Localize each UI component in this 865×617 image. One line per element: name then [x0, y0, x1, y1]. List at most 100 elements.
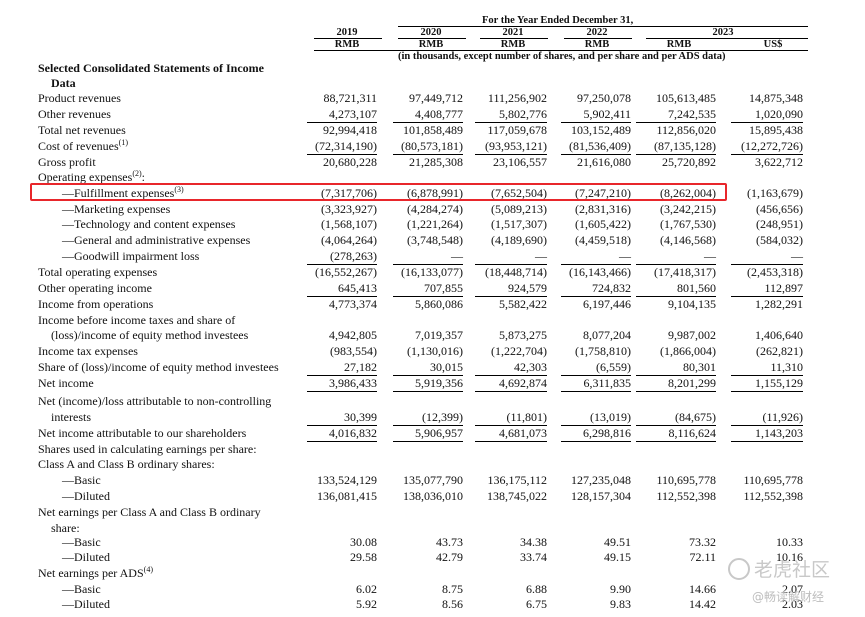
- row-label-text: Data: [51, 76, 76, 90]
- table-row: —Marketing expenses (3,323,927) (4,284,274…: [0, 202, 865, 218]
- value-cell: 8,201,299: [636, 376, 716, 392]
- value-cell: 30.08: [350, 535, 377, 549]
- value-cell: —: [561, 249, 631, 265]
- value-cell: 5,802,776: [475, 107, 547, 123]
- value-cell: 5,919,356: [393, 376, 463, 392]
- table-row: Total net revenues 92,994,418 101,858,489 1…: [0, 123, 865, 139]
- value-cell: 49.51: [604, 535, 631, 549]
- table-row: —Diluted 5.92 8.56 6.75 9.83 14.42 2.03: [0, 597, 865, 613]
- value-cell: (584,032): [756, 233, 803, 247]
- value-cell: (2,831,316): [575, 202, 631, 216]
- table-row: —Basic 133,524,129 135,077,790 136,175,112 1…: [0, 473, 865, 489]
- row-label-text: Net income attributable to our sharehold…: [38, 426, 247, 440]
- value-cell: 21,285,308: [409, 155, 463, 169]
- value-cell: (1,605,422): [575, 217, 631, 231]
- value-cell: 25,720,892: [662, 155, 716, 169]
- table-row: Selected Consolidated Statements of Inco…: [0, 61, 865, 77]
- value-cell: (12,272,726): [731, 139, 803, 155]
- currency-2023-usd: US$: [763, 39, 783, 50]
- row-label: Income before income taxes and share of: [38, 313, 235, 328]
- value-cell: 30,015: [393, 360, 463, 376]
- table-row: Income before income taxes and share of: [0, 313, 865, 329]
- value-cell: (3,242,215): [660, 202, 716, 216]
- value-cell: (11,801): [475, 410, 547, 426]
- value-cell: (1,222,704): [491, 344, 547, 358]
- value-cell: 8.56: [442, 597, 463, 611]
- value-cell: 5,582,422: [499, 297, 547, 311]
- value-cell: 7,019,357: [415, 328, 463, 342]
- value-cell: 49.15: [604, 550, 631, 564]
- table-row: Product revenues 88,721,311 97,449,712 111,…: [0, 91, 865, 107]
- row-label-text: —Diluted: [62, 489, 110, 503]
- row-label-text: Share of (loss)/income of equity method …: [38, 360, 279, 374]
- footnote-marker: (4): [143, 565, 153, 574]
- value-cell: 6.02: [356, 582, 377, 596]
- row-label: Net (income)/loss attributable to non-co…: [38, 394, 271, 409]
- value-cell: 21,616,080: [577, 155, 631, 169]
- row-label: —Basic: [62, 473, 101, 488]
- value-cell: 1,282,291: [755, 297, 803, 311]
- row-label-text: —General and administrative expenses: [62, 233, 251, 247]
- table-row: —Basic 6.02 8.75 6.88 9.90 14.66 2.07: [0, 582, 865, 598]
- row-label-text: Total net revenues: [38, 123, 126, 137]
- currency-2021: RMB: [500, 39, 526, 50]
- value-cell: 707,855: [393, 281, 463, 297]
- row-label: Total net revenues: [38, 123, 126, 138]
- value-cell: (4,459,518): [575, 233, 631, 247]
- label-suffix: :: [141, 170, 145, 184]
- value-cell: (4,189,690): [491, 233, 547, 247]
- row-label-text: —Basic: [62, 535, 101, 549]
- table-row: interests 30,399 (12,399) (11,801) (13,019) (…: [0, 410, 865, 426]
- value-cell: 80,301: [636, 360, 716, 376]
- row-label: Net earnings per ADS(4): [38, 566, 153, 581]
- value-cell: 112,552,398: [743, 489, 803, 503]
- row-label: Gross profit: [38, 155, 96, 170]
- row-label: interests: [51, 410, 91, 425]
- value-cell: 724,832: [561, 281, 631, 297]
- value-cell: 20,680,228: [323, 155, 377, 169]
- value-cell: (1,767,530): [660, 217, 716, 231]
- year-2019: 2019: [336, 27, 358, 38]
- row-label: —Diluted: [62, 550, 110, 565]
- row-label: Cost of revenues(1): [38, 139, 128, 154]
- row-label-text: Income before income taxes and share of: [38, 313, 236, 327]
- currency-2022: RMB: [584, 39, 610, 50]
- value-cell: 110,695,778: [743, 473, 803, 487]
- value-cell: 9.83: [610, 597, 631, 611]
- value-cell: 138,036,010: [403, 489, 463, 503]
- row-label: Selected Consolidated Statements of Inco…: [38, 61, 264, 76]
- value-cell: 14.42: [689, 597, 716, 611]
- row-label: —Basic: [62, 582, 101, 597]
- row-label: share:: [51, 521, 80, 536]
- watermark-author: @畅读解财经: [752, 590, 825, 604]
- table-row: Share of (loss)/income of equity method …: [0, 360, 865, 376]
- value-cell: 135,077,790: [403, 473, 463, 487]
- year-2020: 2020: [420, 27, 442, 38]
- row-label: Other operating income: [38, 281, 152, 296]
- value-cell: 133,524,129: [317, 473, 377, 487]
- value-cell: (81,536,409): [561, 139, 631, 155]
- value-cell: (84,675): [636, 410, 716, 426]
- table-row: Cost of revenues(1) (72,314,190) (80,573,1…: [0, 139, 865, 155]
- value-cell: (456,656): [756, 202, 803, 216]
- value-cell: (1,758,810): [575, 344, 631, 358]
- row-label: Income from operations: [38, 297, 153, 312]
- value-cell: (1,163,679): [747, 186, 803, 200]
- table-row: —Goodwill impairment loss (278,263) — — — — —: [0, 249, 865, 265]
- value-cell: 6,311,835: [561, 376, 631, 392]
- value-cell: 645,413: [307, 281, 377, 297]
- row-label-text: —Diluted: [62, 550, 110, 564]
- value-cell: 30,399: [307, 410, 377, 426]
- table-row: —General and administrative expenses (4,0…: [0, 233, 865, 249]
- row-label: (loss)/income of equity method investees: [51, 328, 248, 343]
- value-cell: 924,579: [475, 281, 547, 297]
- row-label: —General and administrative expenses: [62, 233, 250, 248]
- row-label-text: (loss)/income of equity method investees: [51, 328, 249, 342]
- row-label: —Diluted: [62, 597, 110, 612]
- year-2021: 2021: [502, 27, 524, 38]
- row-label: —Basic: [62, 535, 101, 550]
- value-cell: 3,986,433: [307, 376, 377, 392]
- table-row: Gross profit 20,680,228 21,285,308 23,106,5…: [0, 155, 865, 171]
- value-cell: 23,106,557: [493, 155, 547, 169]
- table-row: Net income attributable to our sharehold…: [0, 426, 865, 442]
